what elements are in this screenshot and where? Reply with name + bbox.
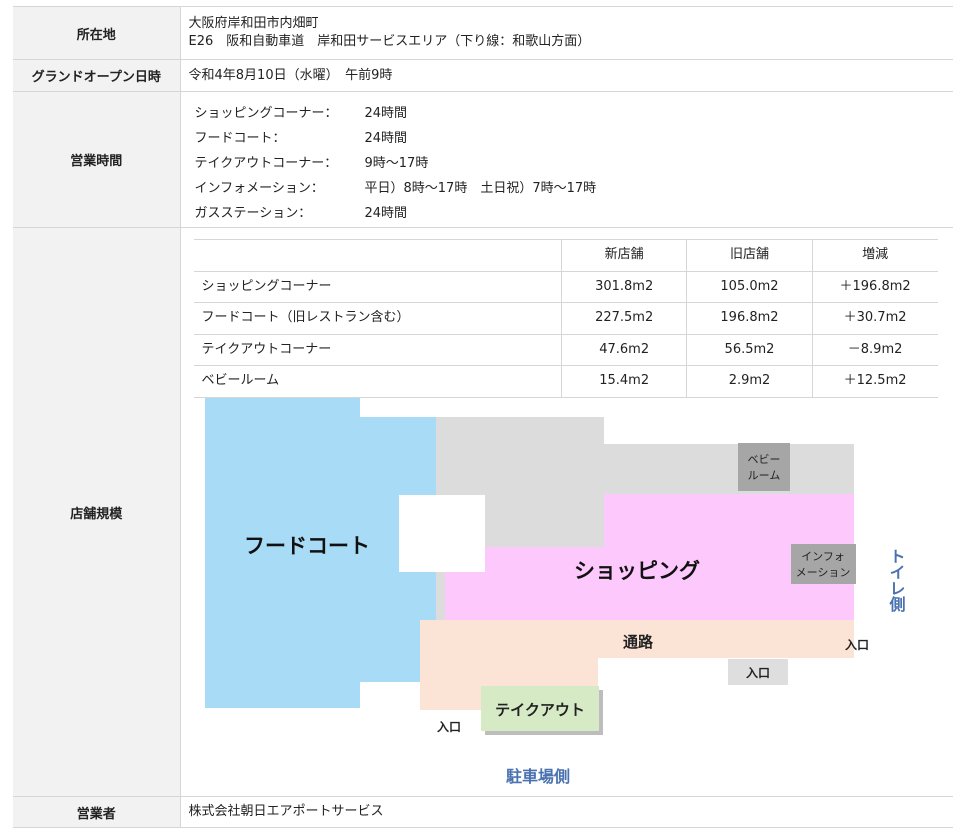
- area-diff: ＋30.7m2: [811, 302, 938, 335]
- area-diff: －8.9m2: [811, 334, 938, 366]
- area-new: 15.4m2: [560, 365, 687, 398]
- area-header-diff: 増減: [811, 239, 938, 272]
- store-size-value: 新店舗 旧店舗 増減 ショッピングコーナー 301.8m2 105.0m2 ＋1…: [180, 227, 953, 797]
- area-table-header: 新店舗 旧店舗 増減: [193, 239, 938, 272]
- area-diff: ＋12.5m2: [811, 365, 938, 398]
- hours-item: テイクアウトコーナー： 9時～17時: [195, 151, 954, 176]
- grand-open-label: グランドオープン日時: [13, 59, 181, 92]
- area-new: 301.8m2: [560, 271, 687, 303]
- hours-item-value: 9時～17時: [364, 155, 429, 171]
- table-row: テイクアウトコーナー 47.6m2 56.5m2 －8.9m2: [193, 334, 938, 366]
- hours-item-value: 24時間: [364, 205, 408, 221]
- hours-item-name: ガスステーション：: [194, 205, 312, 221]
- table-row: フードコート（旧レストラン含む） 227.5m2 196.8m2 ＋30.7m2: [193, 302, 938, 335]
- area-name: テイクアウトコーナー: [193, 334, 562, 366]
- baby-room-label-2: ルーム: [747, 469, 780, 482]
- entrance-right-label: 入口: [844, 638, 868, 652]
- grand-open-value: 令和4年8月10日（水曜） 午前9時: [180, 59, 953, 92]
- area-name: フードコート（旧レストラン含む）: [193, 302, 562, 335]
- area-old: 56.5m2: [686, 334, 813, 366]
- location-value: 大阪府岸和田市内畑町 E26 阪和自動車道 岸和田サービスエリア（下り線：和歌山…: [180, 6, 953, 60]
- area-name: ショッピングコーナー: [193, 271, 562, 303]
- info-table: 所在地 大阪府岸和田市内畑町 E26 阪和自動車道 岸和田サービスエリア（下り線…: [13, 6, 953, 828]
- info-label-1: インフォ: [801, 550, 845, 563]
- area-new: 227.5m2: [560, 302, 687, 335]
- location-label: 所在地: [13, 6, 181, 60]
- area-header-new: 新店舗: [560, 239, 687, 272]
- hours-item: インフォメーション： 平日）8時～17時 土日祝）7時～17時: [195, 176, 954, 201]
- hours-value: ショッピングコーナー： 24時間 フードコート： 24時間 テイクアウトコーナー…: [180, 91, 954, 228]
- info-label-2: メーション: [795, 566, 850, 579]
- food-court-label: フードコート: [244, 534, 370, 558]
- row-grand-open: グランドオープン日時 令和4年8月10日（水曜） 午前9時: [13, 59, 953, 92]
- table-row: ショッピングコーナー 301.8m2 105.0m2 ＋196.8m2: [193, 271, 938, 303]
- area-old: 196.8m2: [686, 302, 813, 335]
- hours-list: ショッピングコーナー： 24時間 フードコート： 24時間 テイクアウトコーナー…: [181, 93, 954, 226]
- area-name: ベビールーム: [193, 365, 562, 398]
- row-hours: 営業時間 ショッピングコーナー： 24時間 フードコート： 24時間 テイクアウ…: [13, 91, 954, 228]
- toilet-side-label: トイレ側: [886, 548, 906, 613]
- floor-map: ベビー ルーム インフォ メーション 入口 テイクアウト フードコート ショッピ…: [181, 397, 941, 793]
- area-old: 2.9m2: [686, 365, 813, 398]
- white-room: [398, 494, 485, 572]
- entrance-mid-label: 入口: [745, 666, 769, 680]
- area-diff: ＋196.8m2: [811, 271, 938, 303]
- row-store-size: 店舗規模 新店舗 旧店舗 増減 ショッピングコーナー 301.8m2 105.0…: [13, 227, 953, 797]
- hours-item-value: 24時間: [364, 130, 408, 146]
- baby-room-box: [737, 442, 790, 491]
- passage-label: 通路: [622, 633, 653, 651]
- operator-value: 株式会社朝日エアポートサービス: [180, 796, 953, 828]
- floor-map-svg: ベビー ルーム インフォ メーション 入口 テイクアウト フードコート ショッピ…: [204, 397, 906, 786]
- hours-item-name: ショッピングコーナー：: [194, 105, 338, 121]
- location-expressway: E26 阪和自動車道 岸和田サービスエリア（下り線：和歌山方面）: [188, 34, 591, 49]
- parking-side-label: 駐車場側: [505, 767, 569, 786]
- hours-item-value: 平日）8時～17時 土日祝）7時～17時: [364, 180, 597, 196]
- row-location: 所在地 大阪府岸和田市内畑町 E26 阪和自動車道 岸和田サービスエリア（下り線…: [13, 6, 953, 60]
- entrance-left-label: 入口: [436, 720, 460, 734]
- hours-item-name: インフォメーション：: [194, 180, 324, 196]
- hours-item: ガスステーション： 24時間: [195, 201, 954, 226]
- area-old: 105.0m2: [686, 271, 813, 303]
- hours-item-name: フードコート：: [194, 130, 286, 146]
- hours-item-value: 24時間: [364, 105, 408, 121]
- table-row: ベビールーム 15.4m2 2.9m2 ＋12.5m2: [193, 365, 938, 398]
- takeout-label: テイクアウト: [495, 701, 585, 719]
- hours-item: フードコート： 24時間: [195, 126, 954, 151]
- store-size-label: 店舗規模: [13, 227, 181, 797]
- shopping-label: ショッピング: [574, 559, 700, 583]
- hours-item-name: テイクアウトコーナー：: [194, 155, 338, 171]
- baby-room-label-1: ベビー: [747, 453, 780, 466]
- area-header-blank: [193, 239, 562, 272]
- area-table: 新店舗 旧店舗 増減 ショッピングコーナー 301.8m2 105.0m2 ＋1…: [193, 239, 938, 398]
- area-new: 47.6m2: [560, 334, 687, 366]
- hours-item: ショッピングコーナー： 24時間: [195, 101, 954, 126]
- operator-label: 営業者: [13, 796, 181, 828]
- row-operator: 営業者 株式会社朝日エアポートサービス: [13, 796, 953, 828]
- area-header-old: 旧店舗: [686, 239, 813, 272]
- location-address: 大阪府岸和田市内畑町: [188, 16, 319, 31]
- hours-label: 営業時間: [13, 91, 181, 228]
